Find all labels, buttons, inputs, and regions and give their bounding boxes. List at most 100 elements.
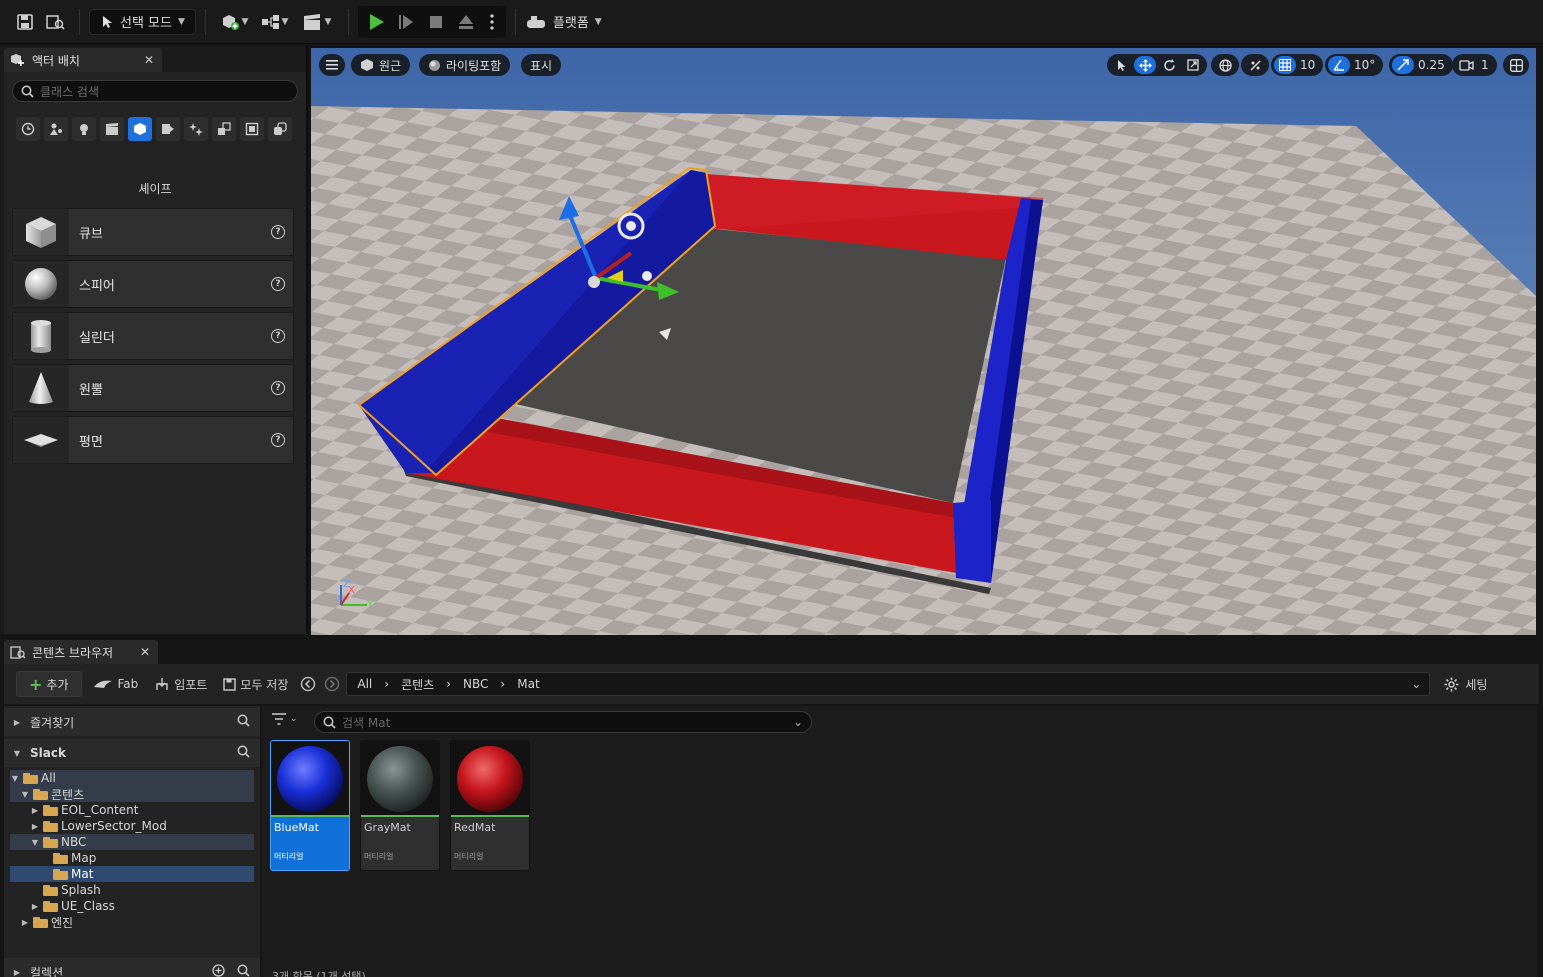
- grid-snap-control[interactable]: 10: [1271, 54, 1324, 76]
- stop-icon[interactable]: [422, 7, 450, 37]
- show-flags-button[interactable]: 표시: [521, 54, 562, 76]
- scale-snap-control[interactable]: 0.25: [1389, 54, 1453, 76]
- collections-section-header[interactable]: ▶ 컬렉션: [4, 958, 260, 977]
- camera-icon[interactable]: [1455, 56, 1477, 74]
- shape-item-cone[interactable]: 원뿔 ?: [12, 364, 294, 412]
- camera-speed-control[interactable]: 1: [1452, 54, 1497, 76]
- history-back-icon[interactable]: [298, 671, 318, 697]
- grid-icon[interactable]: [1274, 56, 1296, 74]
- translate-move-icon[interactable]: [1134, 56, 1156, 74]
- content-browser-tab[interactable]: 콘텐츠 브라우저 ✕: [4, 640, 158, 664]
- blueprint-dropdown[interactable]: ▼: [255, 7, 295, 37]
- shapes-cube-icon[interactable]: [128, 117, 152, 141]
- place-actors-tab[interactable]: 액터 배치 ✕: [4, 48, 162, 72]
- search-icon[interactable]: [237, 714, 250, 731]
- breadcrumb-item-content[interactable]: 콘텐츠: [401, 676, 434, 693]
- close-icon[interactable]: ✕: [140, 645, 150, 659]
- chevron-right-icon[interactable]: ▶: [30, 902, 40, 911]
- search-icon[interactable]: [237, 745, 250, 762]
- chevron-down-icon[interactable]: ▼: [20, 790, 30, 799]
- browse-level-icon[interactable]: [40, 7, 70, 37]
- help-icon[interactable]: ?: [271, 225, 285, 239]
- volumes-sparkle-icon[interactable]: [184, 117, 208, 141]
- fab-button[interactable]: Fab: [86, 671, 145, 697]
- help-icon[interactable]: ?: [271, 277, 285, 291]
- chevron-down-icon[interactable]: ▼: [30, 838, 40, 847]
- save-all-button[interactable]: 모두 저장: [217, 671, 294, 697]
- layout-grid-icon[interactable]: [1505, 56, 1527, 74]
- all-classes-icon[interactable]: [212, 117, 236, 141]
- cinematic-icon[interactable]: [100, 117, 124, 141]
- platforms-dropdown[interactable]: 플랫폼 ▼: [525, 12, 602, 31]
- more-options-icon[interactable]: [482, 7, 502, 37]
- chevron-right-icon[interactable]: ▶: [30, 806, 40, 815]
- shape-item-cube[interactable]: 큐브 ?: [12, 208, 294, 256]
- chevron-down-icon[interactable]: ⌄: [793, 715, 803, 729]
- selection-mode-dropdown[interactable]: 선택 모드 ▼: [89, 8, 196, 35]
- tree-item[interactable]: ▶ LowerSector_Mod: [10, 818, 254, 834]
- tree-item[interactable]: ▶ EOL_Content: [10, 802, 254, 818]
- breadcrumb-item-nbc[interactable]: NBC: [463, 677, 488, 691]
- shape-item-sphere[interactable]: 스피어 ?: [12, 260, 294, 308]
- rotation-snap-control[interactable]: 10°: [1325, 54, 1384, 76]
- chevron-down-icon[interactable]: ⌄: [1411, 677, 1421, 691]
- help-icon[interactable]: ?: [271, 433, 285, 447]
- globe-icon[interactable]: [1214, 56, 1236, 74]
- settings-button[interactable]: 세팅: [1444, 676, 1487, 693]
- class-search-input[interactable]: 클래스 검색: [12, 80, 298, 102]
- viewport-menu-button[interactable]: [319, 54, 345, 76]
- perspective-button[interactable]: 원근: [351, 54, 411, 76]
- basic-actors-icon[interactable]: [44, 117, 68, 141]
- visual-effects-icon[interactable]: [156, 117, 180, 141]
- chevron-down-icon[interactable]: ▼: [10, 774, 20, 783]
- filter-dropdown[interactable]: ⌄: [272, 713, 298, 725]
- tree-item[interactable]: Mat: [10, 866, 254, 882]
- eject-icon[interactable]: [452, 7, 480, 37]
- asset-tile-redmat[interactable]: RedMat 머티리얼: [450, 740, 530, 871]
- project-section-header[interactable]: ▼ Slack: [4, 739, 260, 767]
- tree-item[interactable]: ▼ All: [10, 770, 254, 786]
- surface-snap-icon[interactable]: [1244, 56, 1266, 74]
- step-forward-icon[interactable]: [392, 7, 420, 37]
- cinematics-dropdown[interactable]: ▼: [295, 7, 339, 37]
- level-viewport[interactable]: Z X Y 원근 라이팅포함 표시 10 10° 0.25 1: [311, 48, 1536, 635]
- search-icon[interactable]: [237, 964, 250, 977]
- scale-icon[interactable]: [1182, 56, 1204, 74]
- chevron-right-icon[interactable]: ▶: [30, 822, 40, 831]
- tree-item[interactable]: Splash: [10, 882, 254, 898]
- duplicate-icon[interactable]: [268, 117, 292, 141]
- tree-item[interactable]: ▼ NBC: [10, 834, 254, 850]
- tree-item[interactable]: ▶ UE_Class: [10, 898, 254, 914]
- add-button[interactable]: + 추가: [16, 671, 82, 697]
- close-icon[interactable]: ✕: [144, 53, 154, 67]
- rotate-icon[interactable]: [1158, 56, 1180, 74]
- breadcrumb-item-mat[interactable]: Mat: [517, 677, 539, 691]
- viewport-layout-button[interactable]: [1503, 54, 1529, 76]
- geometry-icon[interactable]: [240, 117, 264, 141]
- lights-bulb-icon[interactable]: [72, 117, 96, 141]
- tree-item[interactable]: Map: [10, 850, 254, 866]
- select-cursor-icon[interactable]: [1110, 56, 1132, 74]
- help-icon[interactable]: ?: [271, 381, 285, 395]
- help-icon[interactable]: ?: [271, 329, 285, 343]
- angle-icon[interactable]: [1328, 56, 1350, 74]
- quick-add-dropdown[interactable]: ▼: [215, 7, 255, 37]
- shape-item-plane[interactable]: 평면 ?: [12, 416, 294, 464]
- favorites-section-header[interactable]: ▶ 즐겨찾기: [4, 708, 260, 736]
- lighting-mode-button[interactable]: 라이팅포함: [419, 54, 511, 76]
- tree-item[interactable]: ▼ 콘텐츠: [10, 786, 254, 802]
- recent-clock-icon[interactable]: [16, 117, 40, 141]
- breadcrumb-item-all[interactable]: All: [357, 677, 372, 691]
- add-collection-icon[interactable]: [212, 963, 225, 977]
- scale-snap-icon[interactable]: [1392, 56, 1414, 74]
- history-forward-icon[interactable]: [322, 671, 342, 697]
- save-icon[interactable]: [10, 7, 40, 37]
- asset-tile-graymat[interactable]: GrayMat 머티리얼: [360, 740, 440, 871]
- play-icon[interactable]: [362, 7, 390, 37]
- asset-tile-bluemat[interactable]: BlueMat 머티리얼: [270, 740, 350, 871]
- import-button[interactable]: 임포트: [148, 671, 213, 697]
- chevron-right-icon[interactable]: ▶: [20, 918, 30, 927]
- shape-item-cylinder[interactable]: 실린더 ?: [12, 312, 294, 360]
- asset-search-input[interactable]: 검색 Mat ⌄: [314, 711, 812, 733]
- tree-item[interactable]: ▶ 엔진: [10, 914, 254, 930]
